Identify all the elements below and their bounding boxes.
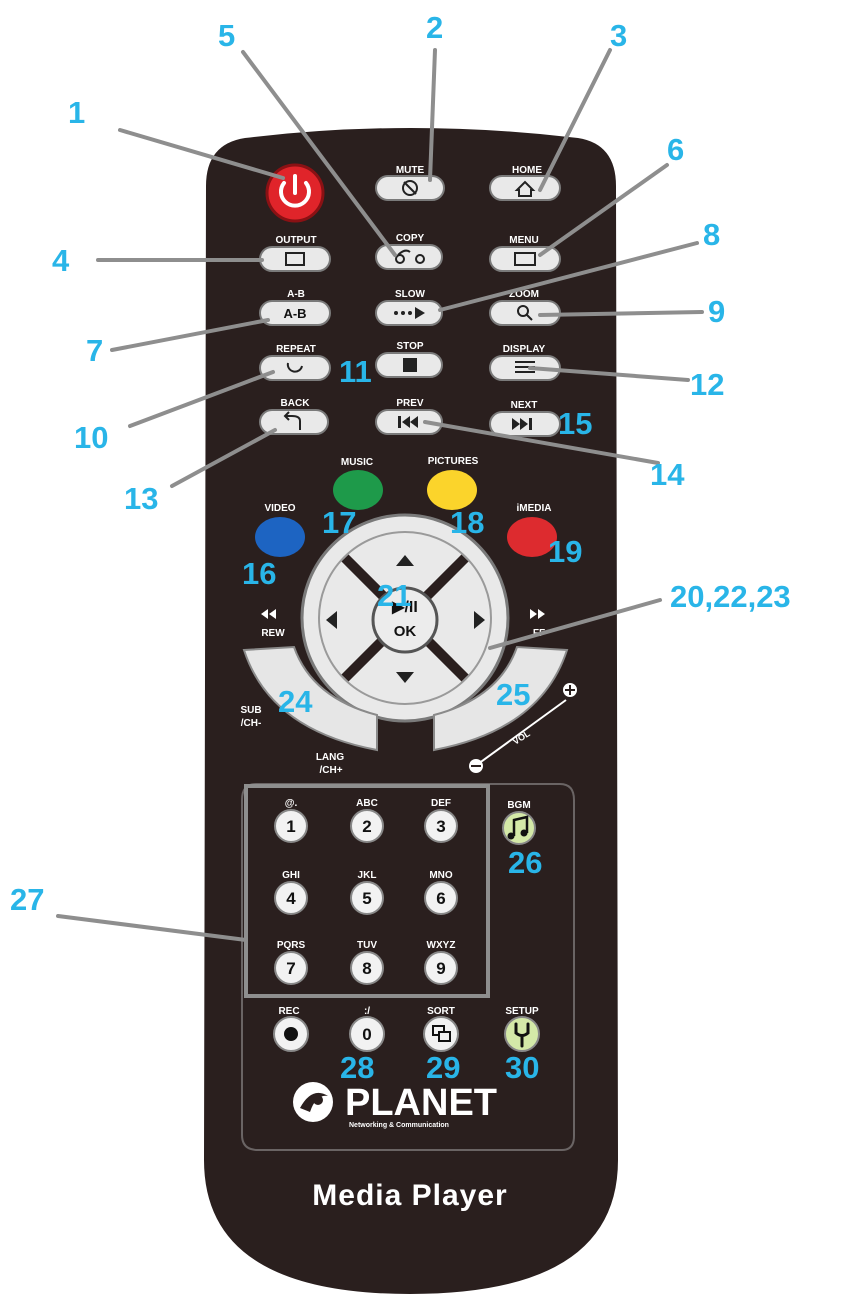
key-1-digit: 1 <box>286 817 295 836</box>
record-icon <box>284 1027 298 1041</box>
back-label: BACK <box>281 398 311 409</box>
copy-label: COPY <box>396 233 425 244</box>
slow-label: SLOW <box>395 289 426 300</box>
callout-29: 29 <box>426 1050 460 1085</box>
key-9-digit: 9 <box>436 959 445 978</box>
callout-8: 8 <box>703 217 720 252</box>
callout-30: 30 <box>505 1050 539 1085</box>
bgm-button[interactable]: BGM <box>502 800 536 845</box>
display-label: DISPLAY <box>503 344 546 355</box>
music-label: MUSIC <box>341 457 373 468</box>
slash-label: :/ <box>364 1006 370 1017</box>
callout-26: 26 <box>508 845 542 880</box>
callout-12: 12 <box>690 367 724 402</box>
sort-button[interactable]: SORT <box>423 1006 459 1052</box>
key-7-button[interactable]: PQRS 7 <box>274 940 308 985</box>
numeric-keypad: @. 1 ABC 2 DEF 3 GHI 4 JKL 5 MNO 6 PQRS 7 TUV 8 WXYZ 9 <box>274 798 458 985</box>
pictures-label: PICTURES <box>428 456 479 467</box>
key-6-digit: 6 <box>436 889 445 908</box>
imedia-label: iMEDIA <box>517 503 552 514</box>
callout-20-22-23: 20,22,23 <box>670 579 791 614</box>
mute-label: MUTE <box>396 165 425 176</box>
callout-28: 28 <box>340 1050 374 1085</box>
key-8-letters: TUV <box>357 940 377 951</box>
key-6-button[interactable]: MNO 6 <box>424 870 458 915</box>
callout-16: 16 <box>242 556 276 591</box>
ch-minus-label: /CH- <box>241 718 262 729</box>
key-2-letters: ABC <box>356 798 378 809</box>
ab-face-label: A-B <box>283 306 306 321</box>
output-label: OUTPUT <box>275 235 316 246</box>
setup-button[interactable]: SETUP <box>504 1006 540 1052</box>
key-0-digit: 0 <box>362 1025 371 1044</box>
repeat-label: REPEAT <box>276 344 316 355</box>
home-label: HOME <box>512 165 542 176</box>
rew-label: REW <box>261 628 285 639</box>
key-8-digit: 8 <box>362 959 371 978</box>
callout-25: 25 <box>496 677 530 712</box>
callout-9: 9 <box>708 294 725 329</box>
key-9-letters: WXYZ <box>427 940 456 951</box>
callout-13: 13 <box>124 481 158 516</box>
video-label: VIDEO <box>264 503 295 514</box>
callout-24: 24 <box>278 684 313 719</box>
rec-label: REC <box>278 1006 299 1017</box>
callout-3: 3 <box>610 18 627 53</box>
brand-tagline: Networking & Communication <box>349 1122 449 1129</box>
stop-label: STOP <box>396 341 423 352</box>
setup-label: SETUP <box>505 1006 539 1017</box>
key-9-button[interactable]: WXYZ 9 <box>424 940 458 985</box>
product-name: Media Player <box>312 1179 507 1212</box>
callout-7: 7 <box>86 333 103 368</box>
key-5-digit: 5 <box>362 889 371 908</box>
sort-label: SORT <box>427 1006 455 1017</box>
callout-17: 17 <box>322 505 356 540</box>
callout-18: 18 <box>450 505 484 540</box>
callout-1: 1 <box>68 95 85 130</box>
callout-5: 5 <box>218 18 235 53</box>
key-7-digit: 7 <box>286 959 295 978</box>
key-3-letters: DEF <box>431 798 451 809</box>
key-6-letters: MNO <box>429 870 453 881</box>
key-5-letters: JKL <box>358 870 377 881</box>
menu-label: MENU <box>509 235 538 246</box>
pictures-button[interactable]: PICTURES <box>427 456 479 510</box>
ch-plus-label: /CH+ <box>319 765 342 776</box>
next-label: NEXT <box>511 400 538 411</box>
callout-21: 21 <box>377 578 411 613</box>
callout-27: 27 <box>10 882 44 917</box>
key-4-digit: 4 <box>286 889 296 908</box>
key-1-letters: @. <box>285 798 298 809</box>
key-4-letters: GHI <box>282 870 300 881</box>
callout-2: 2 <box>426 10 443 45</box>
callout-14: 14 <box>650 457 685 492</box>
sub-label: SUB <box>240 705 261 716</box>
callout-11: 11 <box>339 354 372 389</box>
ok-label: OK <box>394 623 417 640</box>
ab-label: A-B <box>287 289 305 300</box>
prev-label: PREV <box>396 398 424 409</box>
remote-diagram: MUTE HOME OUTPUT COPY MENU A-B A-B SLOW … <box>10 10 791 1294</box>
callout-19: 19 <box>548 534 582 569</box>
callout-10: 10 <box>74 420 108 455</box>
stop-icon <box>403 358 417 372</box>
key-7-letters: PQRS <box>277 940 306 951</box>
callout-6: 6 <box>667 132 684 167</box>
bgm-label: BGM <box>507 800 530 811</box>
lang-label: LANG <box>316 752 345 763</box>
brand-name: PLANET <box>345 1082 497 1124</box>
power-button[interactable] <box>265 163 325 223</box>
callout-4: 4 <box>52 243 70 278</box>
callout-15: 15 <box>558 406 592 441</box>
key-2-digit: 2 <box>362 817 371 836</box>
key-3-digit: 3 <box>436 817 445 836</box>
